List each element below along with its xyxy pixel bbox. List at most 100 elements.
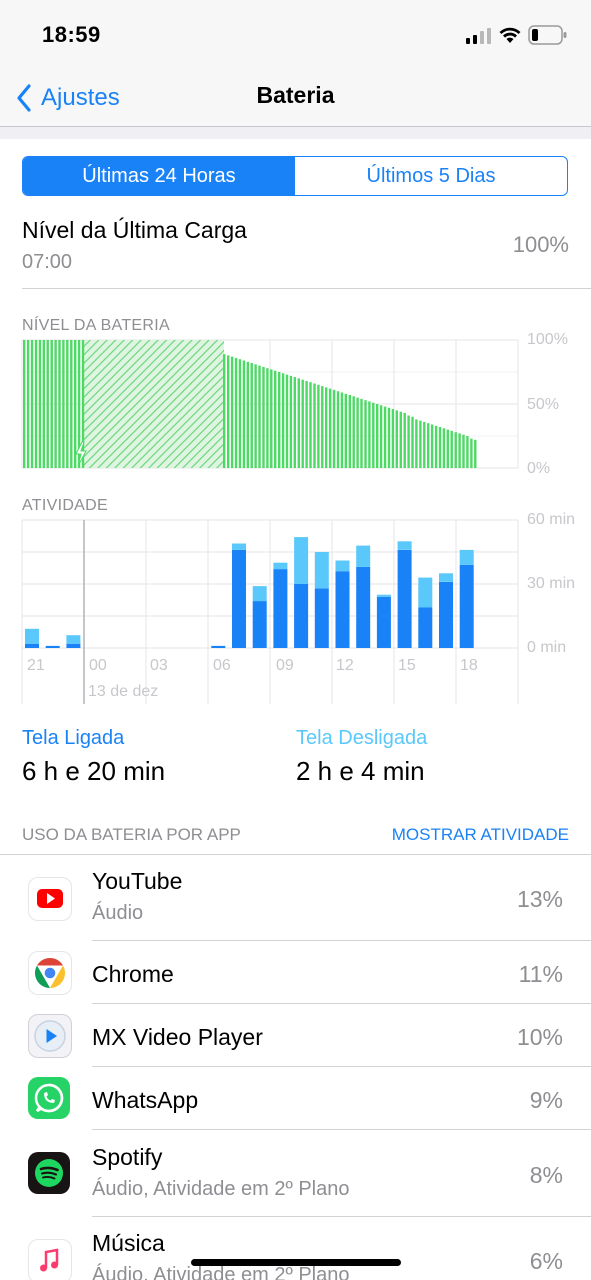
battery-bar [223,354,226,468]
app-row-whatsapp[interactable]: WhatsApp 9% [0,1067,591,1130]
activity-axis-30: 30 min [527,575,576,592]
last-charge-label: Nível da Última Carga [22,217,247,243]
app-name: Chrome [92,961,174,987]
screen-on-bar [25,643,39,648]
battery-bar [415,419,418,468]
screen-on-bar [294,584,309,648]
battery-bar [434,425,438,468]
battery-bar [325,387,328,468]
screen-on-label: Tela Ligada [22,727,125,749]
wifi-icon [499,27,521,43]
screen-on-bar [418,607,433,648]
battery-bar [38,340,42,468]
screen-off-bar [294,537,309,584]
screen-on-bar [232,549,246,648]
battery-bar [46,340,49,468]
battery-bar [62,340,65,468]
screen-off-bar [335,560,350,572]
battery-bar [242,360,246,468]
screen-on-bar [252,601,267,648]
battery-bar [227,355,230,468]
battery-axis-100: 100% [527,331,568,348]
screen-on-bar [45,645,60,648]
battery-bar [309,382,312,468]
battery-bar [399,411,402,468]
battery-icon [528,25,567,45]
app-name: MX Video Player [92,1024,263,1050]
screen-on-bar [376,596,391,648]
battery-bar [34,340,38,468]
battery-bar [317,384,320,468]
play-icon [28,1014,72,1058]
battery-bar [376,404,379,468]
youtube-icon [28,877,72,921]
battery-bar [301,379,304,468]
app-percentage: 8% [529,1162,563,1188]
battery-bar [379,405,383,468]
last-charge-time: 07:00 [22,251,73,273]
battery-bar [54,340,57,468]
battery-bar [356,397,359,468]
activity-axis-0: 0 min [527,639,567,656]
page-title: Bateria [256,82,335,108]
battery-bar [372,402,375,468]
battery-bar [258,365,261,468]
battery-bar [470,438,473,468]
battery-bar [274,370,277,468]
battery-bar [278,372,281,468]
x-tick-00: 00 [89,657,107,674]
battery-bar [466,436,469,468]
screen-off-bar [459,549,474,565]
usage-header: USO DA BATERIA POR APP [22,825,241,844]
app-percentage: 13% [516,886,563,912]
app-row-youtube[interactable]: YouTube Áudio 13% [0,855,591,941]
app-row-mx-video-player[interactable]: MX Video Player 10% [0,1004,591,1067]
battery-bar [364,400,367,468]
app-subtitle: Áudio, Atividade em 2º Plano [92,1178,350,1200]
battery-bar [360,398,363,468]
screen-on-bar [211,645,226,648]
battery-bar [442,428,446,468]
battery-bar [321,386,324,468]
battery-bar [305,381,308,468]
battery-bar [270,369,273,468]
app-row-chrome[interactable]: Chrome 11% [0,941,591,1004]
battery-bar [368,401,371,468]
home-indicator[interactable] [191,1259,401,1266]
battery-bar [328,388,332,468]
battery-bar [450,430,453,468]
battery-axis-50: 50% [527,396,560,413]
battery-bar [340,392,344,468]
show-activity-button[interactable]: MOSTRAR ATIVIDADE [392,825,569,845]
x-tick-03: 03 [150,657,168,674]
screen-off-label: Tela Desligada [296,727,428,749]
app-percentage: 10% [516,1024,563,1050]
screen-off-value: 2 h e 4 min [296,756,425,786]
time-range-segmented-control: Últimas 24 Horas Últimos 5 Dias [22,156,568,196]
app-row-spotify[interactable]: Spotify Áudio, Atividade em 2º Plano 8% [0,1130,591,1217]
battery-bar [454,432,457,468]
divider [22,288,591,289]
activity-axis-60: 60 min [527,511,576,528]
battery-bar [313,383,316,468]
app-row-music[interactable]: Música Áudio, Atividade em 2º Plano 6% [0,1217,591,1280]
battery-bar [446,429,449,468]
battery-bar [74,340,77,468]
battery-bar [234,357,238,468]
screen-off-bar [439,573,453,582]
segment-last-5-days[interactable]: Últimos 5 Dias [295,157,567,195]
app-name: Spotify [92,1144,163,1170]
screen-on-bar [459,564,474,648]
battery-bar [407,415,410,468]
screen-on-bar [273,569,288,648]
battery-axis-0: 0% [527,460,551,477]
battery-bar [387,407,391,468]
screen-off-bar [252,586,267,601]
segment-last-24-hours[interactable]: Últimas 24 Horas [23,157,295,195]
battery-bar [395,410,398,468]
music-icon [28,1239,72,1280]
screen-on-bar [66,643,81,648]
battery-bar [250,363,253,468]
battery-bar [246,361,249,468]
screen-off-bar [314,552,329,589]
